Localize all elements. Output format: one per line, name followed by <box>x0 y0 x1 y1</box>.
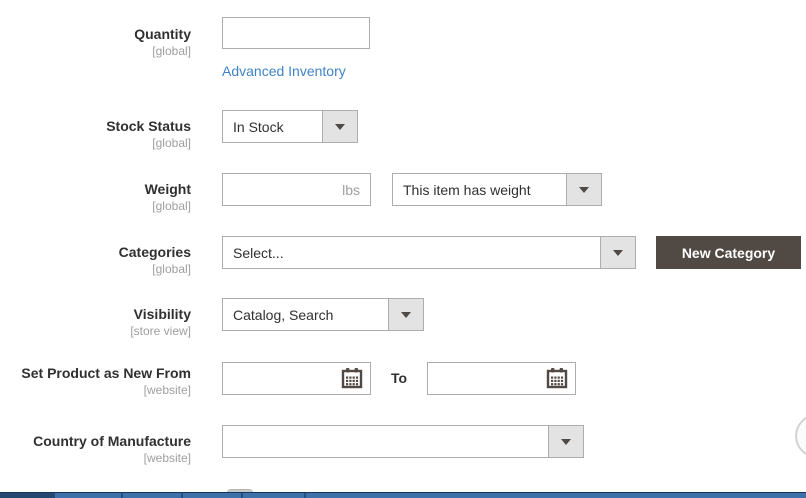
weight-input[interactable] <box>223 174 342 205</box>
taskbar-separator <box>181 493 183 498</box>
advanced-inventory-link[interactable]: Advanced Inventory <box>222 63 346 79</box>
field-label-categories: Categories [global] <box>119 244 191 277</box>
country-scope-hint: [website] <box>33 451 191 466</box>
set-new-label: Set Product as New From <box>21 365 191 382</box>
categories-select[interactable]: Select... <box>222 236 636 269</box>
field-label-visibility: Visibility [store view] <box>130 306 191 339</box>
weight-switcher-value: This item has weight <box>393 174 566 205</box>
field-label-country-of-manufacture: Country of Manufacture [website] <box>33 433 191 466</box>
date-range-to-label: To <box>391 370 407 386</box>
chevron-down-icon <box>388 299 423 330</box>
categories-label: Categories <box>119 244 191 261</box>
stock-status-value: In Stock <box>223 111 322 142</box>
categories-scope-hint: [global] <box>119 262 191 277</box>
country-value <box>223 426 548 457</box>
visibility-label: Visibility <box>130 306 191 323</box>
taskbar-separator <box>241 493 243 498</box>
weight-scope-hint: [global] <box>145 199 191 214</box>
country-label: Country of Manufacture <box>33 433 191 450</box>
floating-widget-partial[interactable] <box>795 414 806 458</box>
chevron-down-icon <box>322 111 357 142</box>
field-label-quantity: Quantity [global] <box>134 26 191 59</box>
taskbar-separator <box>304 493 306 498</box>
chevron-down-icon <box>566 174 601 205</box>
weight-input-wrap: lbs <box>222 173 371 206</box>
new-to-date-wrap <box>427 362 576 395</box>
field-label-stock-status: Stock Status [global] <box>106 118 191 151</box>
quantity-label: Quantity <box>134 26 191 43</box>
taskbar-start-segment[interactable] <box>0 493 55 498</box>
visibility-select[interactable]: Catalog, Search <box>222 298 424 331</box>
field-label-set-product-as-new: Set Product as New From [website] <box>21 365 191 398</box>
weight-unit-suffix: lbs <box>342 182 370 198</box>
stock-status-select[interactable]: In Stock <box>222 110 358 143</box>
set-new-scope-hint: [website] <box>21 383 191 398</box>
categories-value: Select... <box>223 237 600 268</box>
calendar-icon[interactable] <box>341 367 363 394</box>
new-category-button[interactable]: New Category <box>656 236 801 269</box>
chevron-down-icon <box>548 426 583 457</box>
quantity-scope-hint: [global] <box>134 44 191 59</box>
product-details-form: Quantity [global] Advanced Inventory Sto… <box>0 0 806 498</box>
stock-status-label: Stock Status <box>106 118 191 135</box>
weight-label: Weight <box>145 181 191 198</box>
visibility-scope-hint: [store view] <box>130 324 191 339</box>
taskbar-strip[interactable] <box>0 492 806 498</box>
new-from-date-wrap <box>222 362 371 395</box>
country-of-manufacture-select[interactable] <box>222 425 584 458</box>
stock-status-scope-hint: [global] <box>106 136 191 151</box>
quantity-input[interactable] <box>222 17 370 49</box>
chevron-down-icon <box>600 237 635 268</box>
field-label-weight: Weight [global] <box>145 181 191 214</box>
weight-switcher-select[interactable]: This item has weight <box>392 173 602 206</box>
calendar-icon[interactable] <box>546 367 568 394</box>
taskbar-separator <box>121 493 123 498</box>
visibility-value: Catalog, Search <box>223 299 388 330</box>
